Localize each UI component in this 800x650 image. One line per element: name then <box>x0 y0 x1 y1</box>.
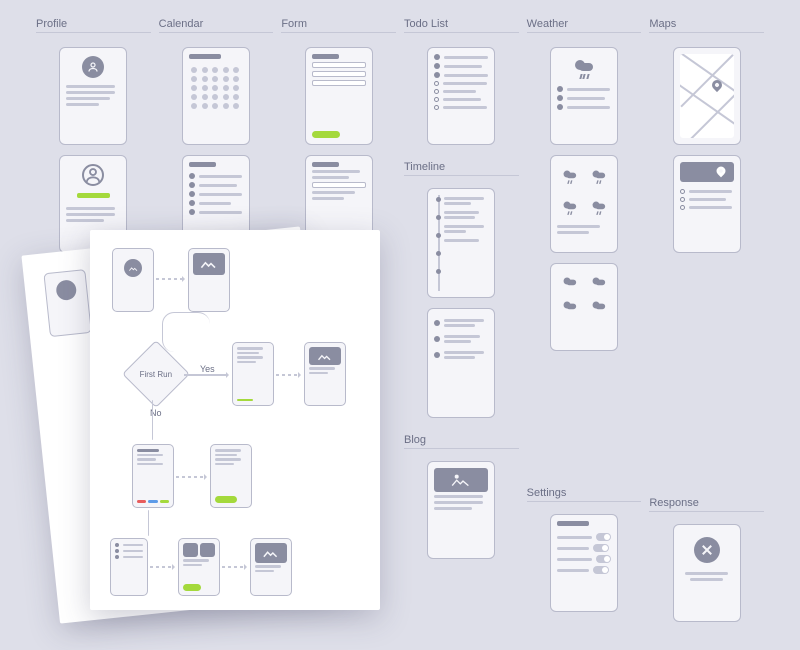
wireframe-maps-1 <box>673 47 741 145</box>
wireframe-response-1 <box>673 524 741 622</box>
calendar-dot-grid <box>189 65 243 111</box>
cloud-icon <box>562 200 577 210</box>
submit-button-placeholder <box>312 131 340 138</box>
cloud-icon <box>591 300 606 310</box>
wireframe-form-2 <box>305 155 373 253</box>
map-pin-icon <box>714 165 727 178</box>
cloud-rain-icon <box>573 58 595 72</box>
map-placeholder <box>680 54 734 138</box>
cloud-icon <box>591 169 606 179</box>
column-profile: Profile Weathe <box>36 18 151 622</box>
error-x-icon <box>694 537 720 563</box>
column-maps: Maps Response <box>649 18 764 622</box>
column-label-maps: Maps <box>649 18 764 33</box>
wireframe-grid: Profile Weathe Calendar <box>0 0 800 640</box>
wireframe-maps-2 <box>673 155 741 253</box>
toggle-icon <box>593 566 609 574</box>
column-label-todo: Todo List <box>404 18 519 33</box>
wireframe-profile-3 <box>59 263 127 351</box>
wireframe-weather-1 <box>550 47 618 145</box>
column-label-profile: Profile <box>36 18 151 33</box>
cloud-icon <box>562 300 577 310</box>
cloud-icon <box>562 276 577 286</box>
cloud-icon <box>562 169 577 179</box>
column-label-weather-cut: Weathe <box>36 367 151 382</box>
wireframe-weather-bottom <box>59 394 127 492</box>
column-calendar: Calendar <box>159 18 274 622</box>
cloud-icon <box>591 200 606 210</box>
toggle-icon <box>593 544 609 552</box>
column-label-settings: Settings <box>527 487 642 502</box>
column-label-blog: Blog <box>404 434 519 449</box>
wireframe-profile-1 <box>59 47 127 145</box>
wireframe-settings-1 <box>550 514 618 612</box>
wireframe-blog-1 <box>427 461 495 559</box>
wireframe-todo-1 <box>427 47 495 145</box>
cloud-rain-icon <box>82 405 104 419</box>
column-label-calendar: Calendar <box>159 18 274 33</box>
wireframe-calendar-2 <box>182 155 250 253</box>
column-todo-timeline: Todo List Timeline <box>404 18 519 622</box>
wireframe-timeline-1 <box>427 188 495 298</box>
map-strip <box>680 162 734 182</box>
column-label-timeline: Timeline <box>404 161 519 176</box>
wireframe-profile-2 <box>59 155 127 253</box>
wireframe-form-1 <box>305 47 373 145</box>
wireframe-weather-3 <box>550 263 618 351</box>
wireframe-timeline-2 <box>427 308 495 418</box>
toggle-icon <box>596 555 611 563</box>
column-label-response: Response <box>649 497 764 512</box>
column-form: Form <box>281 18 396 622</box>
avatar-icon <box>82 56 104 78</box>
wireframe-calendar-1 <box>182 47 250 145</box>
wireframe-weather-2 <box>550 155 618 253</box>
column-label-weather: Weather <box>527 18 642 33</box>
avatar-icon <box>82 164 104 186</box>
column-weather: Weather Settings <box>527 18 642 622</box>
toggle-icon <box>596 533 611 541</box>
column-label-form: Form <box>281 18 396 33</box>
cloud-icon <box>591 276 606 286</box>
image-placeholder-icon <box>434 468 488 492</box>
avatar-icon <box>84 272 102 290</box>
